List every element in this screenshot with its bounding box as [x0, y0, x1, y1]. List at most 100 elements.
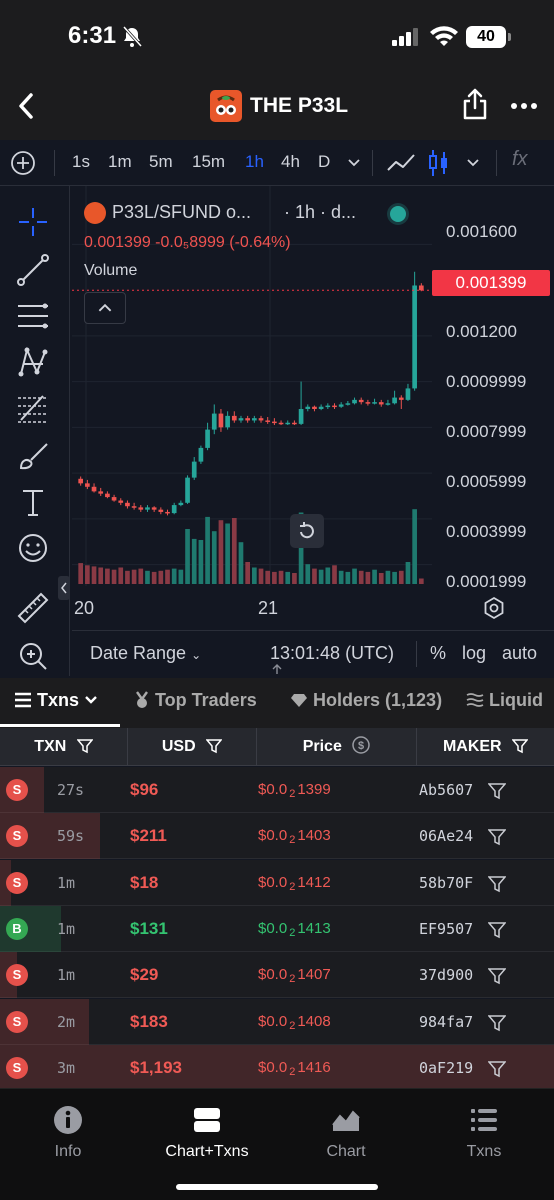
chart-token-logo — [84, 202, 106, 224]
timeframe-dropdown-icon[interactable] — [347, 155, 361, 169]
brush-icon[interactable] — [15, 438, 51, 474]
percent-scale-toggle[interactable]: % — [430, 643, 446, 664]
table-row[interactable]: S 1m $18 $0.0 2 1412 58b70F — [0, 859, 554, 906]
tab-top-traders[interactable]: Top Traders — [134, 690, 257, 711]
volume-bar — [218, 520, 224, 584]
line-chart-icon[interactable] — [386, 150, 416, 176]
bell-off-icon — [122, 26, 142, 48]
dollar-circle-icon[interactable]: $ — [352, 736, 371, 754]
nav-info[interactable]: Info — [8, 1105, 128, 1161]
price-axis-label: 0.001200 — [446, 322, 517, 341]
indicators-fx-icon[interactable]: fx — [512, 148, 528, 171]
text-tool-icon[interactable] — [15, 484, 51, 520]
tab-liquidity[interactable]: Liquid — [466, 690, 543, 711]
candlestick-chart-icon[interactable] — [428, 148, 450, 178]
volume-bar — [125, 570, 130, 584]
filter-icon[interactable] — [488, 1060, 506, 1078]
candlestick-chart[interactable] — [72, 186, 554, 630]
chart-type-dropdown-icon[interactable] — [466, 155, 480, 169]
nav-chart[interactable]: Chart — [286, 1105, 406, 1161]
table-row[interactable]: B 1m $131 $0.0 2 1413 EF9507 — [0, 905, 554, 952]
table-row[interactable]: S 2m $183 $0.0 2 1408 984fa7 — [0, 998, 554, 1045]
reset-chart-button[interactable] — [290, 514, 324, 548]
table-row[interactable]: S 1m $29 $0.0 2 1407 37d900 — [0, 952, 554, 999]
table-row[interactable]: S 27s $96 $0.0 2 1399 Ab5607 — [0, 767, 554, 813]
price-axis-label: 0.001600 — [446, 222, 517, 241]
data-tabs: Txns Top Traders Holders (1,123) Liquid — [0, 678, 554, 728]
txn-maker[interactable]: Ab5607 — [419, 781, 473, 799]
timeframe-15m[interactable]: 15m — [192, 152, 225, 172]
table-row[interactable]: S 3m $1,193 $0.0 2 1416 0aF219 — [0, 1044, 554, 1091]
candle-body — [138, 507, 144, 510]
token-title: THE P33L — [250, 94, 349, 117]
timeframe-4h[interactable]: 4h — [281, 152, 300, 172]
more-options-icon[interactable] — [510, 94, 538, 118]
column-label: MAKER — [442, 738, 502, 755]
last-price-tag: 0.001399 — [432, 270, 550, 296]
horizontal-lines-icon[interactable] — [15, 298, 51, 334]
column-header-price[interactable]: Price $ — [257, 728, 417, 766]
txn-maker[interactable]: 58b70F — [419, 874, 473, 892]
date-range-dropdown[interactable]: Date Range ⌄ — [90, 643, 201, 664]
auto-scale-toggle[interactable]: auto — [502, 643, 537, 664]
pattern-tool-icon[interactable] — [15, 344, 51, 380]
volume-bar — [91, 566, 97, 584]
nav-label: Info — [54, 1143, 82, 1160]
toolbar-collapse-icon[interactable] — [58, 576, 70, 600]
timeframe-d[interactable]: D — [318, 152, 330, 172]
filter-icon[interactable] — [488, 828, 506, 846]
nav-txns[interactable]: Txns — [424, 1105, 544, 1161]
filter-icon[interactable] — [488, 921, 506, 939]
chart-symbol[interactable]: P33L/SFUND o... — [112, 202, 251, 223]
log-scale-toggle[interactable]: log — [462, 643, 486, 664]
zoom-in-icon[interactable] — [15, 638, 51, 674]
candle-body — [125, 502, 130, 507]
txn-maker[interactable]: 0aF219 — [419, 1059, 473, 1077]
active-tab-indicator — [0, 724, 120, 727]
candle-body — [85, 483, 90, 487]
volume-bar — [231, 518, 237, 584]
add-indicator-icon[interactable] — [10, 150, 36, 176]
legend-collapse-button[interactable] — [84, 292, 126, 324]
column-header-usd[interactable]: USD — [128, 728, 257, 766]
volume-bar — [198, 540, 204, 584]
price-chart[interactable] — [72, 186, 554, 630]
tab-txns[interactable]: Txns — [14, 690, 98, 711]
txn-age: 1m — [57, 966, 76, 985]
filter-icon[interactable] — [488, 782, 506, 800]
fib-retracement-icon[interactable] — [15, 390, 51, 426]
filter-icon[interactable] — [488, 967, 506, 985]
timeframe-1m[interactable]: 1m — [108, 152, 132, 172]
app-header: THE P33L — [0, 72, 554, 140]
candle-body — [185, 477, 190, 503]
filter-icon[interactable] — [488, 1014, 506, 1032]
txn-usd: $1,193 — [130, 1057, 182, 1077]
emoji-icon[interactable] — [15, 530, 51, 566]
column-header-txn[interactable]: TXN — [0, 728, 128, 766]
price-zero-count: 2 — [289, 973, 296, 986]
timeframe-1s[interactable]: 1s — [72, 152, 90, 172]
filter-icon[interactable] — [512, 738, 529, 754]
table-row[interactable]: S 59s $211 $0.0 2 1403 06Ae24 — [0, 813, 554, 860]
txn-maker[interactable]: EF9507 — [419, 920, 473, 938]
filter-icon[interactable] — [76, 738, 93, 754]
share-icon[interactable] — [462, 88, 488, 120]
txn-maker[interactable]: 37d900 — [419, 966, 473, 984]
txn-maker[interactable]: 06Ae24 — [419, 827, 473, 845]
nav-chart-txns[interactable]: Chart+Txns — [147, 1105, 267, 1161]
txn-maker[interactable]: 984fa7 — [419, 1013, 473, 1031]
volume-bar — [158, 570, 164, 584]
candle-body — [191, 461, 197, 478]
chart-toolbar: 1s 1m 5m 15m 1h 4h D fx — [0, 140, 554, 186]
crosshair-icon[interactable] — [15, 204, 51, 240]
back-icon[interactable] — [14, 92, 38, 120]
timeframe-5m[interactable]: 5m — [149, 152, 173, 172]
filter-icon[interactable] — [206, 738, 223, 754]
ruler-icon[interactable] — [15, 590, 51, 626]
chart-settings-icon[interactable] — [482, 596, 506, 620]
timeframe-1h[interactable]: 1h — [245, 152, 264, 172]
column-header-maker[interactable]: MAKER — [417, 728, 554, 766]
filter-icon[interactable] — [488, 875, 506, 893]
tab-holders[interactable]: Holders (1,123) — [290, 690, 442, 711]
trend-line-icon[interactable] — [15, 252, 51, 288]
